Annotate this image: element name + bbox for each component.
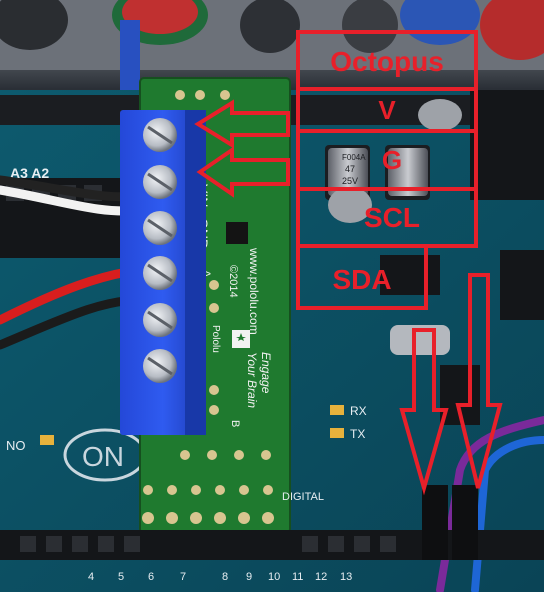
label-scl: SCL — [364, 202, 420, 233]
label-sda: SDA — [332, 264, 391, 295]
header-num-6: 6 — [148, 571, 154, 583]
label-octopus: Octopus — [330, 46, 444, 77]
photo-scene: A3 A2 ON NO ©2014 www.pololu.com Pololu … — [0, 0, 544, 592]
rx-label: RX — [350, 404, 367, 418]
header-num-12: 12 — [315, 571, 327, 583]
slogan-line2: Your Brain — [245, 352, 259, 408]
photo-illustration: A3 A2 ON NO ©2014 www.pololu.com Pololu … — [0, 0, 544, 592]
jack — [470, 90, 544, 200]
header-num-8: 8 — [222, 571, 228, 583]
cap-marking-1: F004A — [342, 153, 366, 162]
header-num-5: 5 — [118, 571, 124, 583]
header-num-13: 13 — [340, 571, 352, 583]
on-label: ON — [82, 441, 124, 472]
tx-label: TX — [350, 427, 365, 441]
label-v: V — [378, 95, 396, 125]
no-label: NO — [6, 438, 26, 453]
label-g: G — [382, 145, 402, 175]
screw-terminal — [120, 110, 206, 435]
slogan-line1: Engage — [259, 352, 273, 394]
digital-label: DIGITAL — [282, 491, 324, 503]
chip-3 — [500, 250, 544, 320]
pin-b-label: B — [229, 420, 241, 427]
header-num-9: 9 — [246, 571, 252, 583]
header-num-4: 4 — [88, 571, 94, 583]
header-num-11: 11 — [292, 571, 303, 583]
cap-marking-2: 47 — [345, 164, 355, 174]
year-label: ©2014 — [227, 265, 239, 298]
brand-label: www.pololu.com — [247, 247, 261, 335]
header-num-7: 7 — [180, 571, 186, 583]
header-num-10: 10 — [268, 571, 280, 583]
maker-label: Pololu — [210, 325, 221, 353]
cap-marking-3: 25V — [342, 176, 358, 186]
